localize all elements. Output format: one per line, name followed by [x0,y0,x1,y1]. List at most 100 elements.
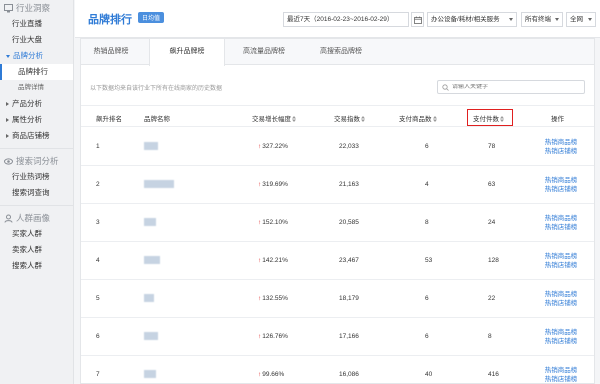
hot-shops-link[interactable]: 热销店铺榜 [536,223,586,232]
arrow-up-icon: ↑ [258,219,262,226]
trade-index-cell: 16,086 [339,371,359,378]
tab-high-traffic[interactable]: 高流量品牌榜 [229,39,299,65]
brand-name-blurred[interactable] [144,370,156,378]
sidebar-item-buyer[interactable]: 买家人群 [0,226,73,242]
caret-right-icon [6,102,9,107]
daily-average-badge: 日均值 [138,12,165,23]
arrow-up-icon: ↑ [258,371,262,378]
table-header: 飙升排名 品牌名称 交易增长幅度 交易指数 支付商品数 支付件数 操作 [81,105,594,127]
data-source-hint: 以下数据均来自该行业下所有在线商家的历史数据 [90,86,223,92]
brand-name-blurred[interactable] [144,256,160,264]
sidebar-item-live[interactable]: 行业直播 [0,16,73,32]
rank-cell: 4 [96,257,100,264]
chevron-down-icon [588,18,592,21]
col-pay-items-header[interactable]: 支付商品数 [399,113,437,123]
col-growth-header[interactable]: 交易增长幅度 [252,113,296,123]
growth-cell: ↑327.22% [258,143,288,150]
col-growth: 交易增长幅度 [252,116,291,123]
hot-shops-link[interactable]: 热销店铺榜 [536,299,586,308]
op-cell: 热销商品榜 热销店铺榜 [536,366,586,384]
region-select-value: 全网 [570,16,583,23]
date-range-field[interactable]: 最近7天（2016-02-23~2016-02-29） [283,12,409,27]
pay-count-cell: 24 [488,219,496,226]
arrow-up-icon: ↑ [258,333,262,340]
sidebar-section-label: 搜索词分析 [16,156,59,166]
sidebar-section-label: 人群画像 [16,213,51,223]
rank-cell: 6 [96,333,100,340]
op-cell: 热销商品榜 热销店铺榜 [536,290,586,308]
category-select[interactable]: 办公设备/耗材/相关服务 [427,12,517,27]
page-title: 品牌排行 [88,14,132,26]
sidebar-item-brand-analysis[interactable]: 品牌分析 [0,48,73,64]
sidebar-item-dashboard[interactable]: 行业大盘 [0,32,73,48]
sidebar-item-search-query[interactable]: 搜索词查询 [0,185,73,201]
op-cell: 热销商品榜 热销店铺榜 [536,176,586,194]
category-select-value: 办公设备/耗材/相关服务 [431,16,500,23]
keyword-search[interactable] [437,80,585,94]
hot-shops-link[interactable]: 热销店铺榜 [536,261,586,270]
sidebar-item-shop-analysis[interactable]: 商品店铺榜 [0,128,73,144]
growth-cell: ↑132.55% [258,295,288,302]
trade-index-cell: 22,033 [339,143,359,150]
brand-name-blurred[interactable] [144,142,158,150]
region-select[interactable]: 全网 [566,12,596,27]
sidebar-item-product-analysis[interactable]: 产品分析 [0,96,73,112]
growth-cell: ↑126.76% [258,333,288,340]
pay-items-cell: 4 [425,181,429,188]
pay-items-cell: 6 [425,333,429,340]
arrow-up-icon: ↑ [258,143,262,150]
op-cell: 热销商品榜 热销店铺榜 [536,138,586,156]
hot-shops-link[interactable]: 热销店铺榜 [536,147,586,156]
user-icon [4,214,13,223]
search-input[interactable] [452,84,582,90]
table-row: 4 ↑142.21% 23,467 53 128 热销商品榜 热销店铺榜 [81,242,594,280]
sidebar-item-brand-rank[interactable]: 品牌排行 [0,64,73,80]
table-row: 1 ↑327.22% 22,033 6 78 热销商品榜 热销店铺榜 [81,128,594,166]
tab-hot-sales[interactable]: 热销品牌榜 [81,39,141,65]
hot-goods-link[interactable]: 热销商品榜 [536,138,586,147]
tab-high-search[interactable]: 高搜索品牌榜 [303,39,379,65]
hot-shops-link[interactable]: 热销店铺榜 [536,375,586,384]
brand-rank-panel: 热销品牌榜 飙升品牌榜 高流量品牌榜 高搜索品牌榜 以下数据均来自该行业下所有在… [80,38,595,384]
caret-down-icon [6,54,10,58]
sidebar-item-attr-analysis[interactable]: 属性分析 [0,112,73,128]
table-row: 7 ↑99.66% 16,086 40 416 热销商品榜 热销店铺榜 [81,356,594,384]
terminal-select[interactable]: 所有终端 [521,12,563,27]
hot-goods-link[interactable]: 热销商品榜 [536,290,586,299]
sidebar-item-hot-words[interactable]: 行业热词榜 [0,169,73,185]
arrow-up-icon: ↑ [258,295,262,302]
trade-index-cell: 17,166 [339,333,359,340]
sidebar-item-seller[interactable]: 卖家人群 [0,242,73,258]
brand-name-blurred[interactable] [144,180,174,188]
tab-rising[interactable]: 飙升品牌榜 [149,39,225,66]
chevron-down-icon [509,18,513,21]
hot-shops-link[interactable]: 热销店铺榜 [536,337,586,346]
brand-name-blurred[interactable] [144,218,156,226]
pay-count-cell: 8 [488,333,492,340]
hot-shops-link[interactable]: 热销店铺榜 [536,185,586,194]
hot-goods-link[interactable]: 热销商品榜 [536,328,586,337]
caret-right-icon [6,118,9,123]
hot-goods-link[interactable]: 热销商品榜 [536,176,586,185]
pay-items-cell: 40 [425,371,433,378]
hot-goods-link[interactable]: 热销商品榜 [536,366,586,375]
pay-count-cell: 416 [488,371,499,378]
brand-name-blurred[interactable] [144,294,154,302]
hot-goods-link[interactable]: 热销商品榜 [536,214,586,223]
brand-name-blurred[interactable] [144,332,158,340]
growth-value: 319.69% [262,181,288,188]
sidebar-item-brand-detail[interactable]: 品牌详情 [0,80,73,96]
hot-goods-link[interactable]: 热销商品榜 [536,252,586,261]
growth-cell: ↑142.21% [258,257,288,264]
calendar-button[interactable] [411,12,424,27]
sidebar-item-searcher[interactable]: 搜索人群 [0,258,73,274]
chevron-down-icon [555,18,559,21]
op-cell: 热销商品榜 热销店铺榜 [536,214,586,232]
growth-cell: ↑99.66% [258,371,284,378]
sidebar-section-search[interactable]: 搜索词分析 [0,153,73,169]
col-trade-header[interactable]: 交易指数 [334,113,365,123]
pay-count-cell: 22 [488,295,496,302]
sidebar-section-industry[interactable]: 行业洞察 [0,0,73,16]
arrow-up-icon: ↑ [258,257,262,264]
sidebar-section-crowd[interactable]: 人群画像 [0,210,73,226]
